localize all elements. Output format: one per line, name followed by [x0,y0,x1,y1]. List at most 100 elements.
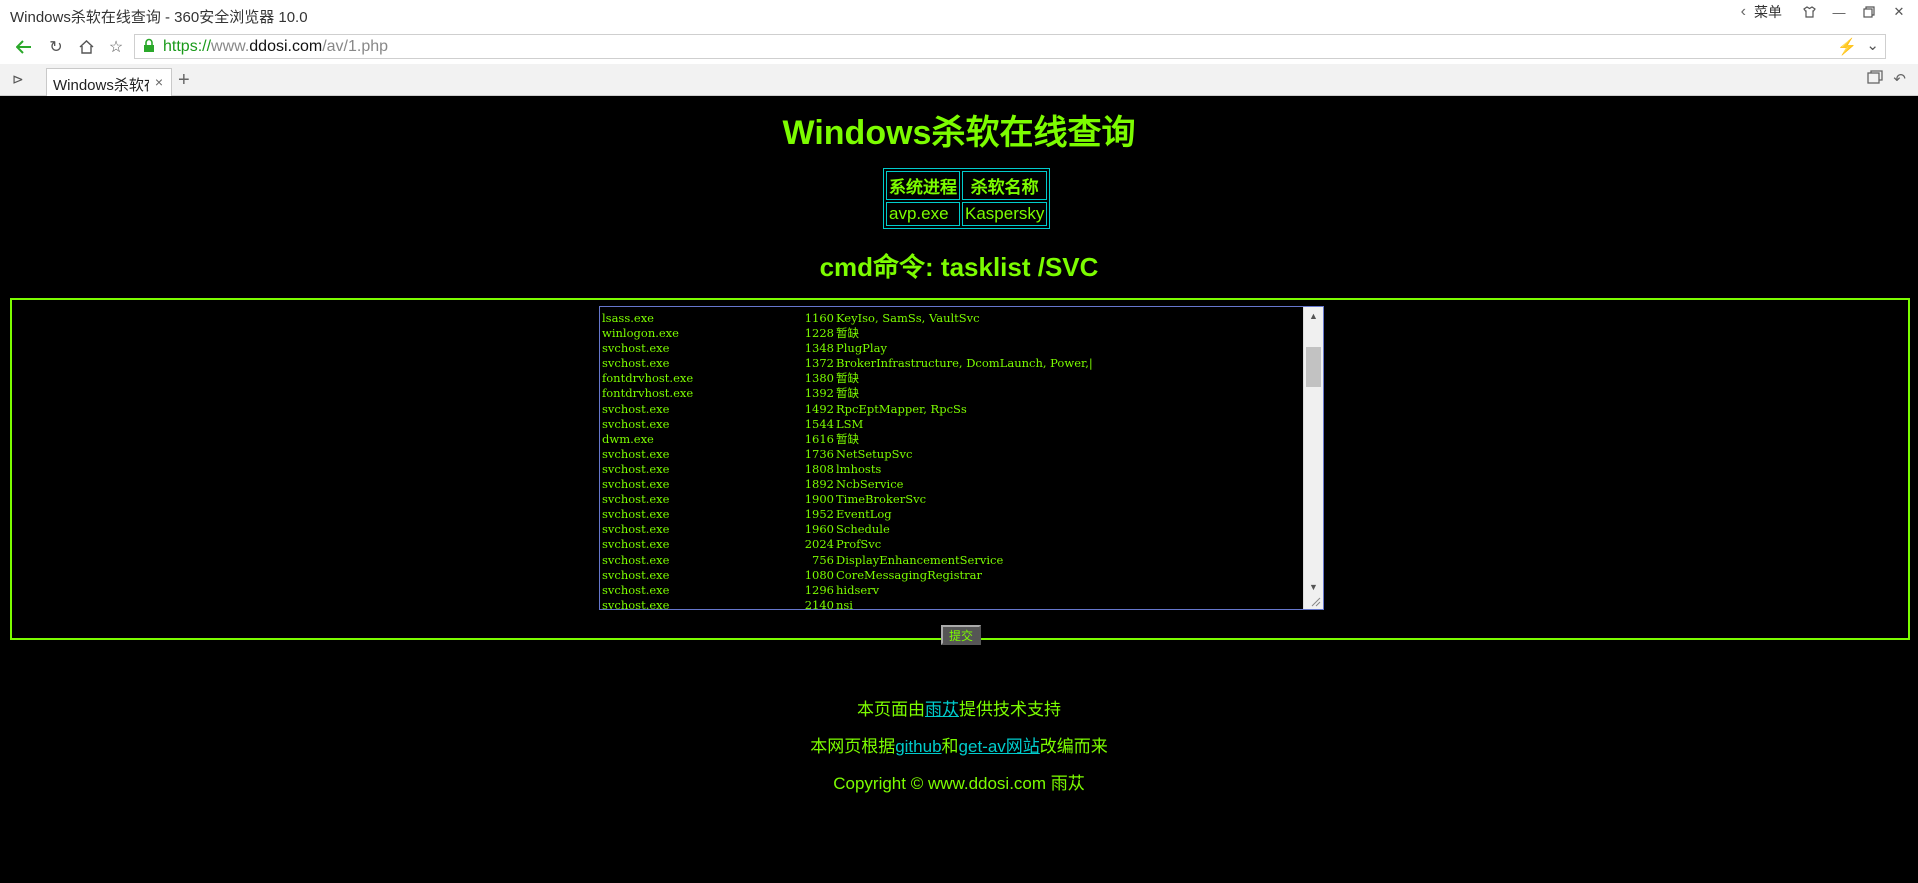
url-text: https://www.ddosi.com/av/1.php [163,38,388,56]
skin-icon[interactable] [1796,2,1822,22]
footer-author-link[interactable]: 雨苁 [925,700,959,719]
new-tab-button[interactable]: + [178,69,190,92]
process-services: hidserv [836,582,880,597]
menu-button[interactable]: 菜单 [1754,2,1782,22]
header-av-name: 杀软名称 [962,171,1048,200]
process-pid: 1952 [804,507,834,522]
undo-close-tab-icon[interactable]: ↶ [1893,70,1906,88]
footer-support-prefix: 本页面由 [857,700,925,719]
cmd-heading: cmd命令: tasklist /SVC [819,252,1099,282]
process-services: KeyIso, SamSs, VaultSvc [836,311,980,325]
resize-grip-icon[interactable] [1311,597,1321,607]
url-scheme: https:// [163,38,212,55]
process-image-name: svchost.exe [602,416,670,431]
tab-title: Windows杀软在线查询 [53,77,149,94]
tasklist-line: svchost.exe 1080 CoreMessagingRegistrar [602,568,1302,583]
process-pid: 1380 [804,371,834,386]
chevron-down-icon[interactable]: ⌄ [1866,36,1879,54]
process-services: RpcEptMapper, RpcSs [836,401,967,416]
tabbar-tools: ↶ [1867,70,1906,88]
process-services: 暂缺 [836,326,859,341]
process-image-name: svchost.exe [602,461,670,476]
process-pid: 1544 [804,416,834,431]
process-image-name: svchost.exe [602,567,670,582]
tasklist-line: fontdrvhost.exe 1380 暂缺 [602,371,1302,386]
back-button[interactable] [12,36,36,58]
tab-active[interactable]: Windows杀软在线查询 × [46,68,172,96]
process-image-name: svchost.exe [602,507,670,522]
antivirus-table: 系统进程 杀软名称 avp.exe Kaspersky [883,168,1051,229]
process-pid: 1492 [804,401,834,416]
process-services: 暂缺 [836,431,859,446]
process-pid: 1736 [804,446,834,461]
process-image-name: svchost.exe [602,446,670,461]
get-av-link[interactable]: get-av网站 [959,737,1040,756]
url-input[interactable]: https://www.ddosi.com/av/1.php ⚡ ⌄ [134,34,1886,59]
footer-source-prefix: 本网页根据 [810,737,896,756]
footer-support-suffix: 提供技术支持 [959,700,1061,719]
tasklist-line: svchost.exe 1808 lmhosts [602,462,1302,477]
url-host-prefix: www. [211,38,250,55]
process-pid: 756 [812,552,834,567]
url-path: /av/1.php [322,38,389,55]
page-body: Windows杀软在线查询 系统进程 杀软名称 avp.exe Kaspersk… [0,97,1918,883]
scroll-down-icon[interactable]: ▼ [1304,578,1323,595]
process-pid: 1392 [804,386,834,401]
process-pid: 1616 [804,431,834,446]
process-pid: 2024 [804,537,834,552]
process-services: 暂缺 [836,371,859,386]
footer-support: 本页面由雨苁提供技术支持 [0,695,1918,720]
refresh-button[interactable]: ↻ [44,36,68,58]
process-image-name: svchost.exe [602,356,670,371]
tab-bar: ⊳ Windows杀软在线查询 × + ↶ [0,64,1918,96]
page-title: Windows杀软在线查询 [782,114,1136,152]
tasklist-line: svchost.exe 1960 Schedule [602,522,1302,537]
textarea-scrollbar[interactable]: ▲ ▼ [1303,307,1323,609]
home-button[interactable] [74,36,98,58]
address-bar: ↻ ☆ https://www.ddosi.com/av/1.php ⚡ ⌄ [0,30,1918,64]
tasklist-line: fontdrvhost.exe 1392 暂缺 [602,386,1302,401]
process-services: DisplayEnhancementService [836,552,1004,567]
process-image-name: fontdrvhost.exe [602,386,694,401]
lock-icon [143,38,155,53]
process-services: LSM [836,416,864,431]
process-services: TimeBrokerSvc [836,492,927,507]
tab-list-icon[interactable] [1867,70,1884,88]
process-services: lmhosts [836,461,882,476]
scroll-thumb[interactable] [1306,347,1321,387]
submit-button[interactable]: 提交 [941,625,981,645]
minimize-button[interactable]: — [1826,2,1852,22]
tasklist-line: svchost.exe 1952 EventLog [602,507,1302,522]
close-window-button[interactable]: ✕ [1886,2,1912,22]
tasklist-line: svchost.exe 1900 TimeBrokerSvc [602,492,1302,507]
process-image-name: dwm.exe [602,431,654,446]
chevron-left-icon[interactable]: ‹ [1741,3,1746,21]
bookmark-star-button[interactable]: ☆ [104,36,128,58]
tasklist-line: svchost.exe 1544 LSM [602,417,1302,432]
scroll-up-icon[interactable]: ▲ [1304,307,1323,324]
footer-source-mid: 和 [941,737,959,756]
process-pid: 1296 [804,582,834,597]
github-link[interactable]: github [895,737,941,756]
process-pid: 1960 [804,522,834,537]
tasklist-line: dwm.exe 1616 暂缺 [602,432,1302,447]
lightning-icon[interactable]: ⚡ [1837,37,1857,57]
tasklist-line: svchost.exe 1372 BrokerInfrastructure, Dco… [602,356,1302,371]
process-image-name: svchost.exe [602,552,670,567]
process-image-name: lsass.exe [602,311,654,325]
cell-av-name: Kaspersky [962,202,1048,226]
process-image-name: svchost.exe [602,477,670,492]
process-services: PlugPlay [836,341,887,356]
close-tab-icon[interactable]: × [155,74,163,90]
tasklist-line: svchost.exe 756 DisplayEnhancementService [602,553,1302,568]
cell-process: avp.exe [886,202,960,226]
tasklist-line: svchost.exe 1892 NcbService [602,477,1302,492]
process-image-name: svchost.exe [602,492,670,507]
query-form: lsass.exe 1160 KeyIso, SamSs, VaultSvc winl… [10,298,1910,645]
header-process: 系统进程 [886,171,960,200]
restore-button[interactable] [1856,2,1882,22]
process-image-name: svchost.exe [602,341,670,356]
tasklist-textarea[interactable]: lsass.exe 1160 KeyIso, SamSs, VaultSvc winl… [599,306,1324,610]
sidebar-toggle-icon[interactable]: ⊳ [12,71,24,88]
footer-copyright: Copyright © www.ddosi.com 雨苁 [833,774,1085,793]
